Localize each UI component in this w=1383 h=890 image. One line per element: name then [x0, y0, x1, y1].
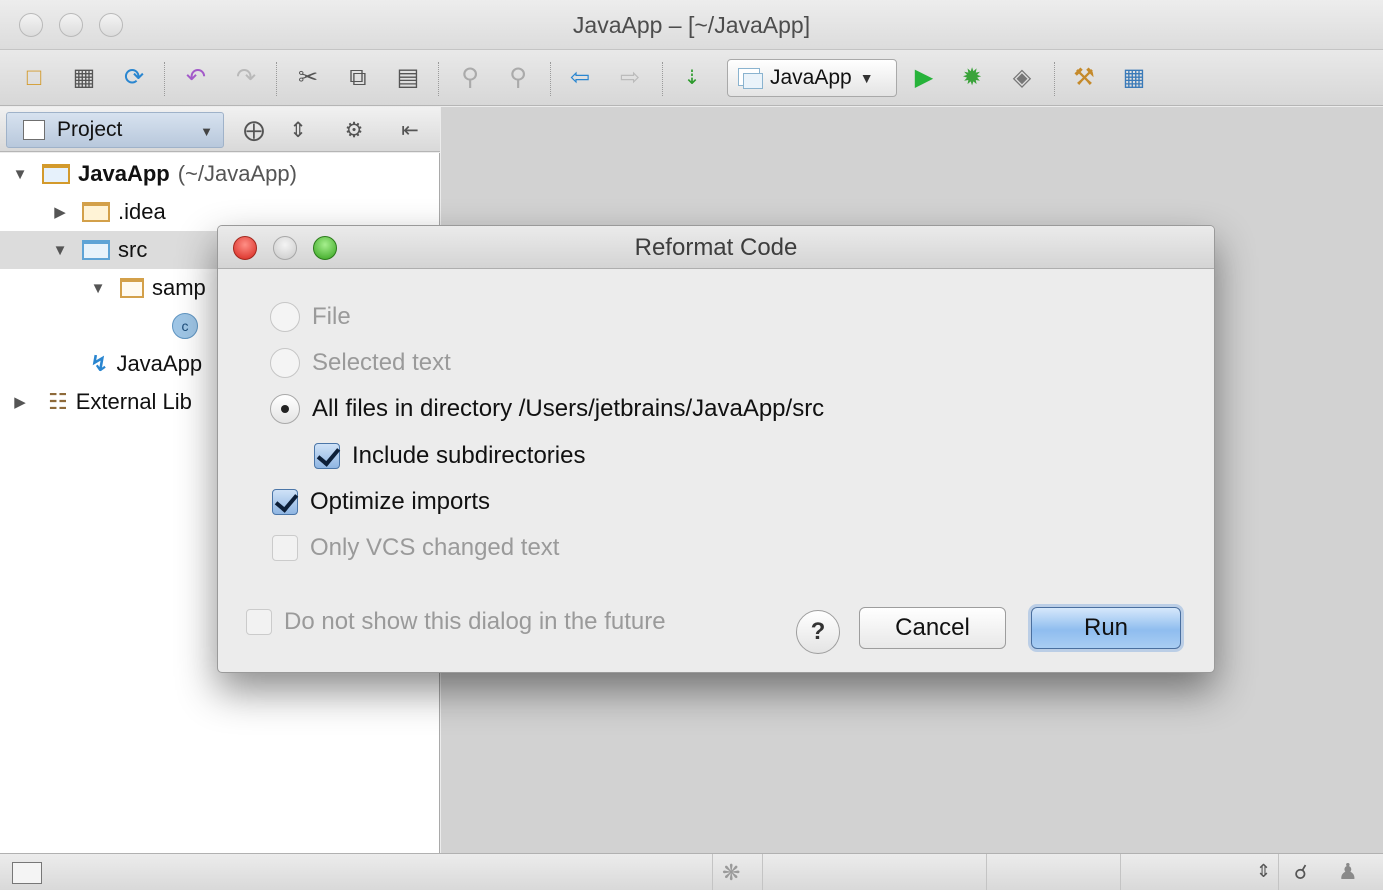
radio-button[interactable] [270, 348, 300, 378]
only-vcs-checkbox[interactable]: Only VCS changed text [272, 534, 559, 562]
project-view-icon [23, 120, 45, 140]
library-icon: ☷ [48, 389, 68, 414]
replace-icon[interactable]: ⚲ [502, 62, 534, 94]
status-divider [986, 854, 987, 890]
toolbar-separator [164, 62, 165, 96]
tree-item-path: (~/JavaApp) [177, 161, 297, 186]
folder-icon[interactable]: □ [18, 62, 50, 94]
checkbox[interactable] [272, 535, 298, 561]
back-icon[interactable]: ⇦ [564, 62, 596, 94]
status-divider [762, 854, 763, 890]
status-bar: ❋ ⇕ ☌ ♟ [0, 853, 1383, 890]
run-button[interactable]: Run [1031, 607, 1181, 649]
include-subdirectories-checkbox[interactable]: Include subdirectories [314, 442, 585, 470]
optimize-imports-checkbox[interactable]: Optimize imports [272, 488, 490, 516]
only-vcs-label: Only VCS changed text [310, 534, 560, 561]
up-down-icon[interactable]: ⇕ [1256, 861, 1271, 882]
toggle-tool-windows-icon[interactable] [12, 862, 42, 884]
main-toolbar: □ ▦ ⟳ ↶ ↷ ✂ ⧉ ▤ ⚲ ⚲ ⇦ ⇨ ⇣ ▶ ✹ ◈ ⚒ ▦ [0, 50, 1383, 106]
project-panel-header: Project ▼ ⨁ ⇕ ⚙ ⇤ [0, 107, 440, 152]
coverage-icon[interactable]: ◈ [1006, 62, 1038, 94]
tree-item-label: JavaApp [78, 161, 170, 186]
reformat-code-dialog: Reformat Code File Selected text All fil… [217, 225, 1215, 673]
package-icon [120, 278, 144, 298]
project-view-label: Project [57, 118, 123, 141]
find-icon[interactable]: ⚲ [454, 62, 486, 94]
lock-icon[interactable]: ☌ [1294, 860, 1307, 885]
tree-item-label: .idea [118, 199, 166, 224]
toolbar-separator [1054, 62, 1055, 96]
class-icon: c [172, 313, 198, 339]
run-icon[interactable]: ▶ [908, 62, 940, 94]
tree-item-javaapp[interactable]: ▼ JavaApp (~/JavaApp) [0, 155, 439, 193]
chevron-down-icon: ▼ [200, 124, 213, 139]
all-files-radio[interactable]: All files in directory /Users/jetbrains/… [270, 394, 824, 424]
redo-icon[interactable]: ↷ [230, 62, 262, 94]
run-config-label: JavaApp [770, 66, 852, 89]
paste-icon[interactable]: ▤ [392, 62, 424, 94]
folder-icon [82, 202, 110, 222]
status-divider [712, 854, 713, 890]
run-config-icon [738, 68, 763, 89]
save-icon[interactable]: ▦ [68, 62, 100, 94]
collapsed-icon: ▶ [54, 204, 66, 221]
toolbar-separator [276, 62, 277, 96]
radio-button[interactable] [270, 302, 300, 332]
help-button[interactable]: ? [796, 610, 840, 654]
run-config-select[interactable]: JavaApp ▼ [727, 59, 897, 97]
inspector-icon[interactable]: ♟ [1338, 859, 1358, 885]
checkbox[interactable] [246, 609, 272, 635]
tree-item-label: External Lib [75, 389, 192, 414]
cancel-button[interactable]: Cancel [859, 607, 1006, 649]
window-titlebar: JavaApp – [~/JavaApp] [0, 0, 1383, 50]
hide-panel-icon[interactable]: ⇤ [396, 116, 424, 144]
settings-icon[interactable]: ⚒ [1068, 62, 1100, 94]
module-folder-icon [42, 164, 70, 184]
tree-item-label: JavaApp [116, 351, 203, 376]
toolbar-separator [550, 62, 551, 96]
file-radio-label: File [312, 303, 351, 330]
tree-item-label: src [118, 237, 148, 262]
module-file-icon: ↯ [90, 351, 109, 376]
project-view-select[interactable]: Project ▼ [6, 112, 224, 148]
collapse-all-icon[interactable]: ⇕ [284, 116, 312, 144]
selected-text-radio[interactable]: Selected text [270, 348, 451, 378]
checkbox-checked[interactable] [272, 489, 298, 515]
debug-icon[interactable]: ✹ [956, 62, 988, 94]
checkbox-checked[interactable] [314, 443, 340, 469]
toolbar-separator [662, 62, 663, 96]
radio-button-selected[interactable] [270, 394, 300, 424]
selected-text-radio-label: Selected text [312, 349, 451, 376]
expanded-icon: ▼ [12, 165, 28, 183]
do-not-show-label: Do not show this dialog in the future [284, 608, 666, 635]
sync-icon[interactable]: ⟳ [118, 62, 150, 94]
dialog-titlebar: Reformat Code [218, 226, 1214, 269]
locate-icon[interactable]: ⨁ [240, 116, 268, 144]
cut-icon[interactable]: ✂ [292, 62, 324, 94]
chevron-down-icon: ▼ [859, 70, 874, 86]
status-divider [1120, 854, 1121, 890]
copy-icon[interactable]: ⧉ [342, 62, 374, 94]
all-files-radio-label: All files in directory /Users/jetbrains/… [312, 395, 825, 422]
expanded-icon: ▼ [90, 279, 106, 297]
optimize-imports-label: Optimize imports [310, 488, 491, 515]
source-folder-icon [82, 240, 110, 260]
tree-item-label: samp [152, 275, 206, 300]
structure-icon[interactable]: ▦ [1118, 62, 1150, 94]
dialog-title: Reformat Code [634, 234, 798, 261]
include-subdirectories-label: Include subdirectories [352, 442, 586, 469]
gear-icon[interactable]: ⚙ [340, 116, 368, 144]
forward-icon[interactable]: ⇨ [614, 62, 646, 94]
collapsed-icon: ▶ [14, 394, 26, 411]
progress-spinner-icon: ❋ [722, 860, 741, 885]
undo-icon[interactable]: ↶ [180, 62, 212, 94]
window-title: JavaApp – [~/JavaApp] [572, 12, 811, 38]
make-icon[interactable]: ⇣ [676, 62, 708, 94]
file-radio[interactable]: File [270, 302, 351, 332]
expanded-icon: ▼ [52, 241, 68, 259]
status-divider [1278, 854, 1279, 890]
toolbar-separator [438, 62, 439, 96]
do-not-show-checkbox[interactable]: Do not show this dialog in the future [246, 608, 666, 636]
